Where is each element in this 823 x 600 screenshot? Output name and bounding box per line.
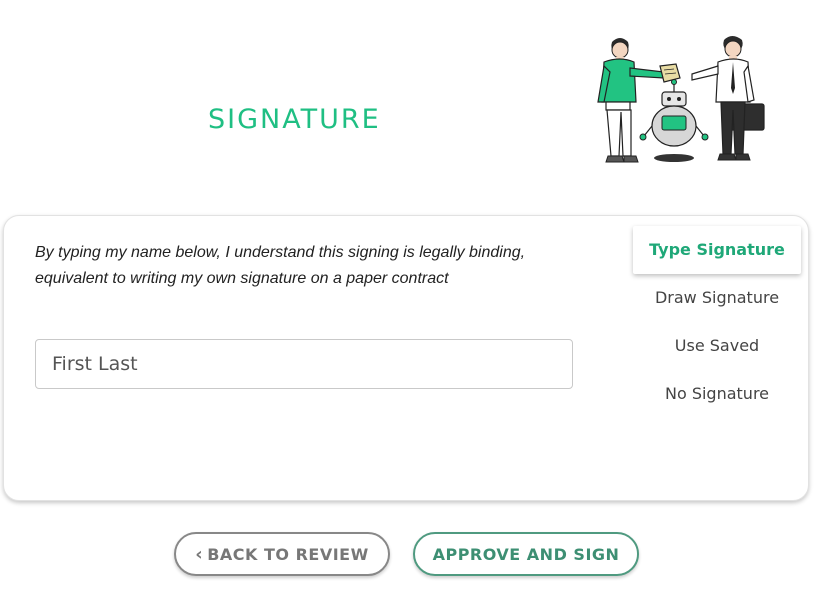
legal-disclaimer: By typing my name below, I understand th… xyxy=(35,244,526,287)
tab-no-signature[interactable]: No Signature xyxy=(633,370,801,418)
chevron-left-icon: ‹ xyxy=(195,543,204,565)
handshake-robot-illustration xyxy=(597,36,765,163)
signature-page: SIGNATURE By typing my name below, I und… xyxy=(0,0,823,600)
signature-card: By typing my name below, I understand th… xyxy=(3,215,809,501)
back-to-review-label: BACK TO REVIEW xyxy=(207,544,369,564)
approve-and-sign-button[interactable]: APPROVE AND SIGN xyxy=(413,532,639,576)
approve-and-sign-label: APPROVE AND SIGN xyxy=(432,544,620,564)
signature-method-tabs: Type Signature Draw Signature Use Saved … xyxy=(633,226,801,418)
typed-name-input[interactable] xyxy=(35,339,573,389)
back-to-review-button[interactable]: ‹ BACK TO REVIEW xyxy=(174,532,390,576)
tab-use-saved[interactable]: Use Saved xyxy=(633,322,801,370)
left-person-figure xyxy=(597,38,665,163)
right-person-figure xyxy=(691,36,765,161)
document-icon xyxy=(659,63,681,83)
tab-type-signature[interactable]: Type Signature xyxy=(633,226,801,274)
tab-draw-signature[interactable]: Draw Signature xyxy=(633,274,801,322)
robot-figure xyxy=(639,79,709,162)
page-title: SIGNATURE xyxy=(208,104,381,136)
